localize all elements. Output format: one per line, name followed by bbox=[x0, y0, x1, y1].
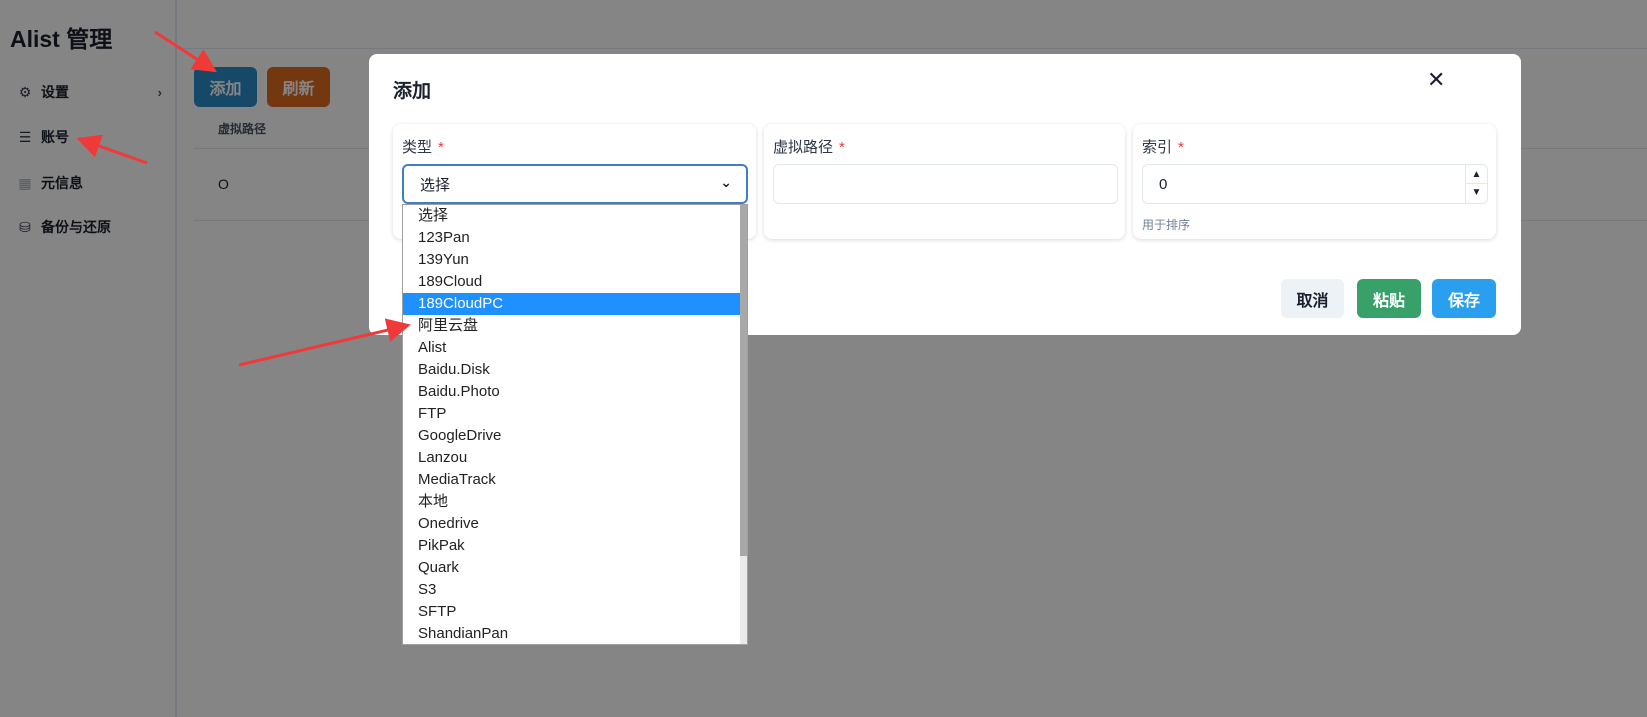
dropdown-option[interactable]: 本地 bbox=[403, 491, 740, 513]
index-input[interactable]: 0 ▲ ▼ bbox=[1142, 164, 1488, 204]
dropdown-option[interactable]: MediaTrack bbox=[403, 469, 740, 491]
dropdown-option[interactable]: PikPak bbox=[403, 535, 740, 557]
field-label: 索引 * bbox=[1142, 139, 1184, 156]
path-input[interactable] bbox=[773, 164, 1118, 204]
dropdown-option[interactable]: 123Pan bbox=[403, 227, 740, 249]
dropdown-option[interactable]: Alist bbox=[403, 337, 740, 359]
dropdown-option[interactable]: S3 bbox=[403, 579, 740, 601]
required-marker: * bbox=[438, 139, 444, 156]
increment-icon[interactable]: ▲ bbox=[1466, 165, 1487, 184]
cancel-button[interactable]: 取消 bbox=[1281, 279, 1344, 318]
dropdown-option[interactable]: Lanzou bbox=[403, 447, 740, 469]
scrollbar-thumb[interactable] bbox=[740, 205, 747, 557]
required-marker: * bbox=[839, 139, 845, 156]
field-label: 虚拟路径 * bbox=[773, 139, 845, 156]
dropdown-option[interactable]: Baidu.Disk bbox=[403, 359, 740, 381]
select-value: 选择 bbox=[420, 176, 451, 194]
required-marker: * bbox=[1178, 139, 1184, 156]
dropdown-scrollbar[interactable] bbox=[740, 205, 747, 644]
dropdown-option[interactable]: 189Cloud bbox=[403, 271, 740, 293]
dropdown-option[interactable]: 189CloudPC bbox=[403, 293, 740, 315]
dropdown-option[interactable]: Quark bbox=[403, 557, 740, 579]
dropdown-option[interactable]: FTP bbox=[403, 403, 740, 425]
dropdown-option[interactable]: Baidu.Photo bbox=[403, 381, 740, 403]
field-card-path: 虚拟路径 * bbox=[764, 124, 1125, 239]
dropdown-option[interactable]: ShandianPan bbox=[403, 623, 740, 644]
field-label: 类型 * bbox=[402, 139, 444, 156]
field-card-index: 索引 * 0 ▲ ▼ 用于排序 bbox=[1133, 124, 1496, 239]
dropdown-option[interactable]: 选择 bbox=[403, 205, 740, 227]
modal-title: 添加 bbox=[393, 81, 432, 102]
save-button[interactable]: 保存 bbox=[1432, 279, 1496, 318]
decrement-icon[interactable]: ▼ bbox=[1466, 184, 1487, 202]
dropdown-option[interactable]: 139Yun bbox=[403, 249, 740, 271]
chevron-down-icon: ⌄ bbox=[720, 174, 732, 190]
index-help: 用于排序 bbox=[1142, 218, 1191, 232]
dropdown-option[interactable]: GoogleDrive bbox=[403, 425, 740, 447]
paste-button[interactable]: 粘贴 bbox=[1357, 279, 1421, 318]
type-select[interactable]: 选择 ⌄ bbox=[402, 164, 748, 204]
dropdown-option[interactable]: Onedrive bbox=[403, 513, 740, 535]
dropdown-option[interactable]: SFTP bbox=[403, 601, 740, 623]
index-value: 0 bbox=[1159, 175, 1168, 193]
type-dropdown-list[interactable]: 选择 123Pan 139Yun 189Cloud 189CloudPC 阿里云盘 Alis… bbox=[402, 204, 748, 645]
close-icon[interactable]: ✕ bbox=[1427, 67, 1445, 93]
dropdown-option[interactable]: 阿里云盘 bbox=[403, 315, 740, 337]
